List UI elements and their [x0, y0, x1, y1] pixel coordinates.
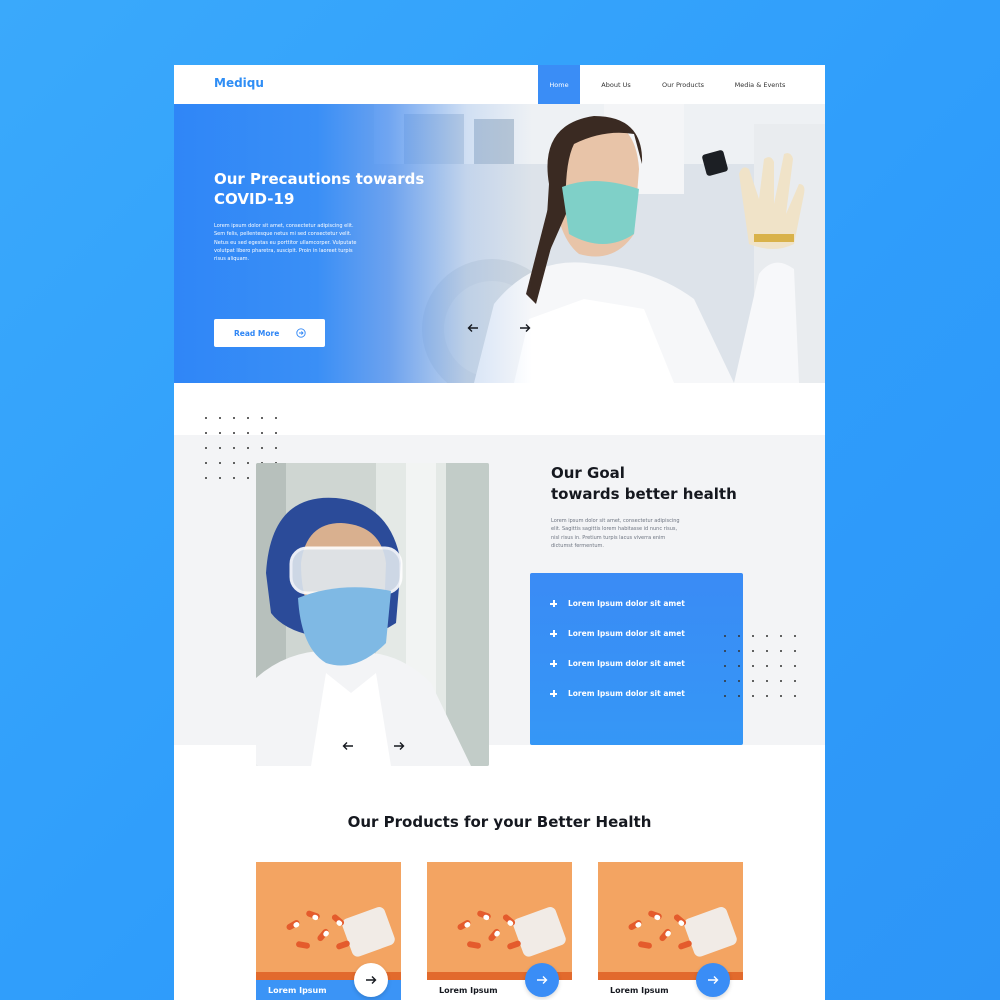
- hero-banner: Our Precautions towards COVID-19 Lorem i…: [174, 104, 825, 383]
- arrow-right-icon: [537, 976, 548, 984]
- goal-feature-label: Lorem Ipsum dolor sit amet: [568, 629, 685, 638]
- product-card[interactable]: Lorem Ipsum: [256, 862, 401, 1000]
- product-image: [256, 862, 401, 982]
- top-navbar: Mediqu Home About Us Our Products Media …: [174, 65, 825, 104]
- product-label: Lorem Ipsum: [610, 986, 669, 995]
- read-more-button[interactable]: Read More: [214, 319, 325, 347]
- goal-description: Lorem ipsum dolor sit amet, consectetur …: [551, 518, 680, 549]
- product-arrow-button[interactable]: [525, 963, 559, 997]
- brand-logo[interactable]: Mediqu: [214, 76, 264, 90]
- arrow-right-icon: [708, 976, 719, 984]
- goal-feature-item: Lorem Ipsum dolor sit amet: [550, 689, 685, 698]
- plus-icon: [550, 690, 557, 697]
- goal-feature-item: Lorem Ipsum dolor sit amet: [550, 659, 685, 668]
- arrow-right-icon: [366, 976, 377, 984]
- hero-title: Our Precautions towards COVID-19: [214, 170, 425, 208]
- arrow-circle-right-icon: [296, 328, 306, 338]
- product-image: [427, 862, 572, 982]
- hero-description: Lorem ipsum dolor sit amet, consectetur …: [214, 223, 357, 263]
- goal-feature-label: Lorem Ipsum dolor sit amet: [568, 689, 685, 698]
- nav-item-our-products[interactable]: Our Products: [652, 65, 714, 104]
- product-image: [598, 862, 743, 982]
- arrow-right-icon[interactable]: [393, 741, 405, 751]
- goal-features-card: Lorem Ipsum dolor sit amet Lorem Ipsum d…: [530, 573, 743, 745]
- arrow-left-icon[interactable]: [467, 323, 479, 333]
- goal-feature-label: Lorem Ipsum dolor sit amet: [568, 599, 685, 608]
- product-label: Lorem Ipsum: [439, 986, 498, 995]
- goal-title: Our Goal towards better health: [551, 463, 771, 505]
- product-label: Lorem Ipsum: [268, 986, 327, 995]
- arrow-right-icon[interactable]: [519, 323, 531, 333]
- dot-pattern-decoration: [724, 635, 796, 697]
- goal-feature-label: Lorem Ipsum dolor sit amet: [568, 659, 685, 668]
- plus-icon: [550, 660, 557, 667]
- product-arrow-button[interactable]: [696, 963, 730, 997]
- products-title: Our Products for your Better Health: [347, 813, 652, 831]
- nav-menu: Home About Us Our Products Media & Event…: [538, 65, 806, 104]
- arrow-left-icon[interactable]: [342, 741, 354, 751]
- product-arrow-button[interactable]: [354, 963, 388, 997]
- product-card[interactable]: Lorem Ipsum: [598, 862, 743, 1000]
- plus-icon: [550, 630, 557, 637]
- product-card[interactable]: Lorem Ipsum: [427, 862, 572, 1000]
- goal-title-line-1: Our Goal: [551, 464, 625, 482]
- goal-image: [256, 463, 489, 766]
- read-more-label: Read More: [234, 328, 280, 338]
- plus-icon: [550, 600, 557, 607]
- goal-feature-item: Lorem Ipsum dolor sit amet: [550, 599, 685, 608]
- nav-item-home[interactable]: Home: [538, 65, 580, 104]
- goal-feature-item: Lorem Ipsum dolor sit amet: [550, 629, 685, 638]
- nav-item-about-us[interactable]: About Us: [580, 65, 652, 104]
- goal-title-line-2: towards better health: [551, 485, 737, 503]
- nav-item-media-events[interactable]: Media & Events: [714, 65, 806, 104]
- landing-page: Mediqu Home About Us Our Products Media …: [174, 65, 825, 1000]
